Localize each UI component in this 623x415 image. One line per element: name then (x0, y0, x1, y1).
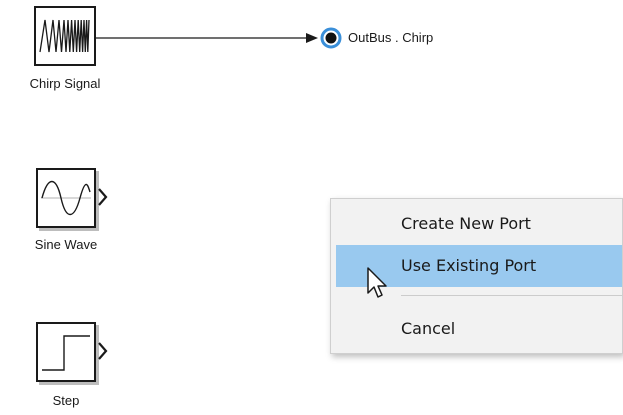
block-label-step: Step (52, 393, 80, 408)
bus-port-dot[interactable] (318, 26, 348, 52)
step-block[interactable] (36, 322, 96, 382)
step-function-icon (42, 335, 90, 371)
signal-line[interactable] (96, 28, 326, 48)
sine-output-port-icon[interactable] (96, 186, 110, 208)
menu-separator (401, 295, 622, 296)
sine-wave-icon (41, 180, 91, 216)
step-output-port-icon[interactable] (96, 340, 110, 362)
menu-item-create-new-port[interactable]: Create New Port (336, 203, 622, 245)
sine-wave-block[interactable] (36, 168, 96, 228)
block-label-chirp: Chirp Signal (29, 76, 101, 91)
port-label: OutBus . Chirp (348, 30, 434, 45)
mouse-cursor-icon (367, 267, 387, 298)
chirp-signal-block[interactable] (34, 6, 96, 66)
menu-item-cancel[interactable]: Cancel (336, 308, 622, 350)
block-label-sine: Sine Wave (34, 237, 98, 252)
chirp-wave-icon (39, 19, 90, 53)
